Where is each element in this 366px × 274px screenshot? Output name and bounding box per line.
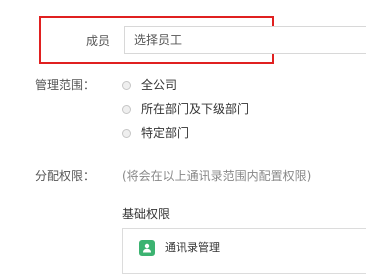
- permission-item-label: 通讯录管理: [165, 241, 220, 254]
- radio-button[interactable]: [122, 128, 131, 138]
- scope-option-label: 特定部门: [141, 126, 190, 140]
- scope-option-department[interactable]: 所在部门及下级部门: [122, 101, 249, 117]
- radio-button[interactable]: [122, 104, 131, 114]
- member-label: 成员: [85, 34, 110, 48]
- scope-option-label: 所在部门及下级部门: [141, 102, 250, 116]
- scope-label: 管理范围：: [34, 78, 95, 92]
- permissions-label: 分配权限：: [34, 169, 95, 183]
- member-select-input[interactable]: 选择员工: [124, 26, 366, 54]
- scope-option-specific[interactable]: 特定部门: [122, 125, 189, 141]
- contacts-icon: [139, 240, 155, 256]
- permissions-note: (将会在以上通讯录范围内配置权限): [122, 169, 312, 183]
- scope-option-company[interactable]: 全公司: [122, 77, 177, 93]
- scope-option-label: 全公司: [141, 78, 178, 92]
- permission-item-contacts[interactable]: 通讯录管理: [122, 228, 366, 274]
- basic-permissions-title: 基础权限: [122, 207, 171, 221]
- radio-button[interactable]: [122, 80, 131, 90]
